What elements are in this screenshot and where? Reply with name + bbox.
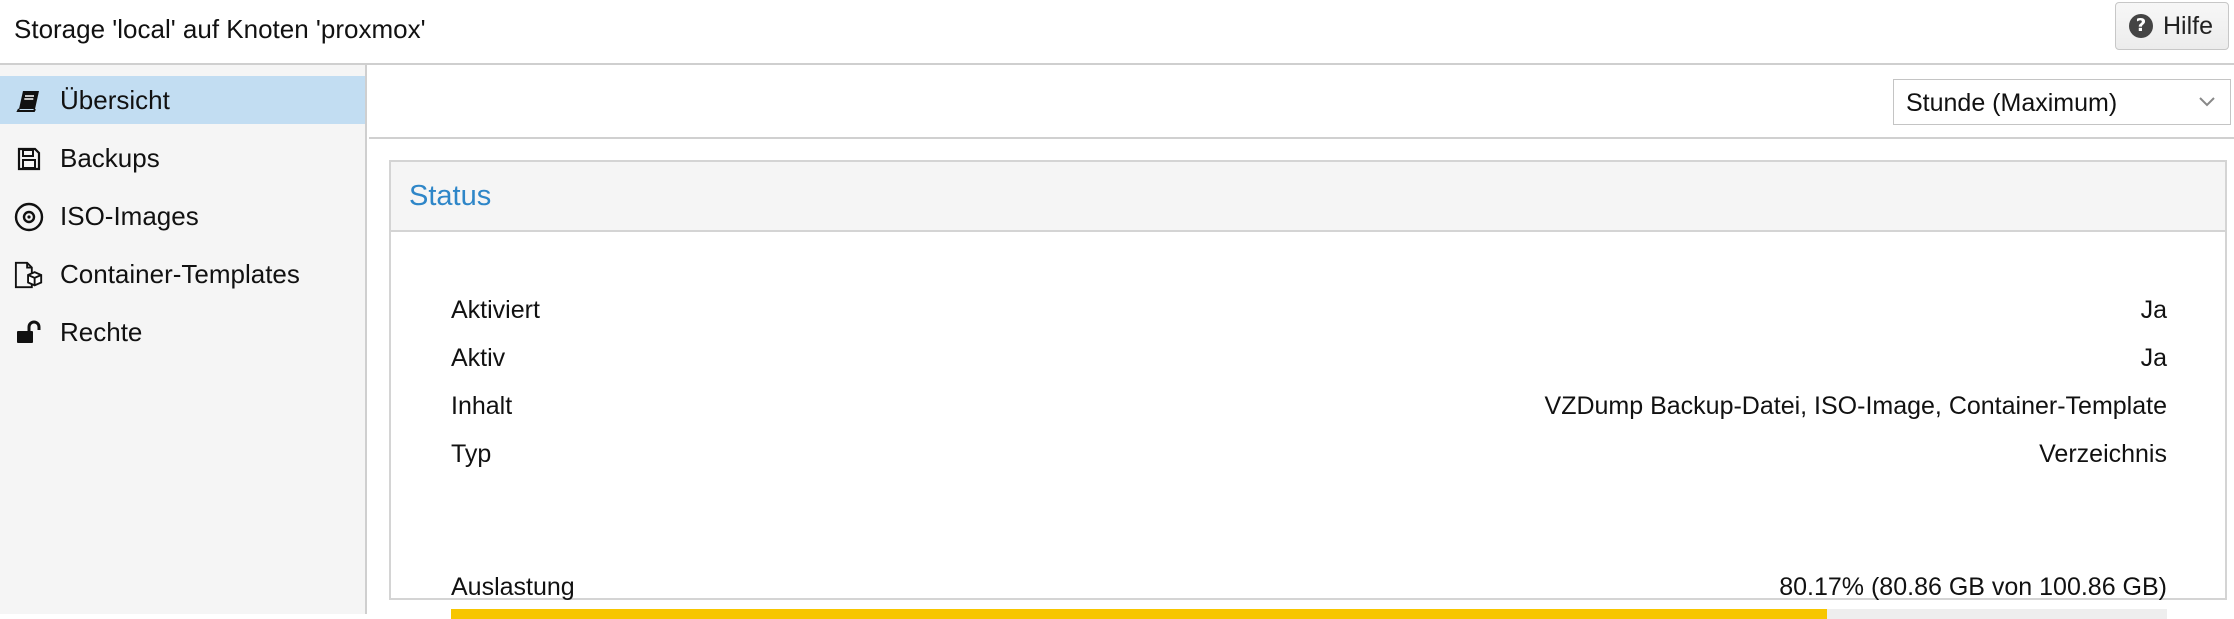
help-button-label: Hilfe xyxy=(2163,11,2214,40)
status-row-key: Inhalt xyxy=(451,392,513,420)
status-row: Typ Verzeichnis xyxy=(451,437,2167,471)
status-row-value: Ja xyxy=(2140,296,2167,324)
sidebar-item-label: Backups xyxy=(60,143,160,173)
help-button[interactable]: ? Hilfe xyxy=(2115,2,2229,50)
sidebar-item-label: Übersicht xyxy=(60,85,170,115)
window-title: Storage 'local' auf Knoten 'proxmox' xyxy=(14,14,426,44)
status-row-value: Verzeichnis xyxy=(2039,440,2167,468)
title-bar: Storage 'local' auf Knoten 'proxmox' ? H… xyxy=(0,0,2234,65)
usage-progress-bar xyxy=(451,609,2167,619)
status-panel-header: Status xyxy=(391,162,2225,232)
sidebar-item-label: Container-Templates xyxy=(60,259,300,289)
disc-icon xyxy=(14,202,44,232)
usage-label: Auslastung xyxy=(451,573,575,601)
status-panel: Status Aktiviert Ja Aktiv Ja Inhalt VZDu… xyxy=(389,160,2227,619)
sidebar-item-backups[interactable]: Backups xyxy=(0,134,365,182)
toolbar: Stunde (Maximum) xyxy=(369,65,2234,139)
status-row-key: Aktiv xyxy=(451,344,506,372)
status-row: Inhalt VZDump Backup-Datei, ISO-Image, C… xyxy=(451,389,2167,423)
main-content: Stunde (Maximum) Status Aktiviert Ja Akt… xyxy=(369,65,2234,619)
status-row-value: VZDump Backup-Datei, ISO-Image, Containe… xyxy=(1544,392,2167,420)
status-row: Aktiv Ja xyxy=(451,341,2167,375)
status-panel-title: Status xyxy=(409,180,492,212)
timeframe-select[interactable]: Stunde (Maximum) xyxy=(1893,79,2231,125)
sidebar-item-iso-images[interactable]: ISO-Images xyxy=(0,192,365,240)
unlock-icon xyxy=(14,319,44,347)
usage-progress-fill xyxy=(451,609,1827,619)
sidebar-item-uebersicht[interactable]: Übersicht xyxy=(0,76,365,124)
status-row-key: Aktiviert xyxy=(451,296,540,324)
book-icon xyxy=(14,87,44,115)
floppy-disk-icon xyxy=(14,145,44,173)
sidebar-item-label: ISO-Images xyxy=(60,201,199,231)
status-row-key: Typ xyxy=(451,440,492,468)
chevron-down-icon[interactable] xyxy=(2196,90,2218,112)
status-row: Aktiviert Ja xyxy=(451,293,2167,327)
usage-value: 80.17% (80.86 GB von 100.86 GB) xyxy=(1779,573,2167,601)
sidebar-item-rechte[interactable]: Rechte xyxy=(0,308,365,356)
sidebar: Übersicht Backups ISO-Images Container-T… xyxy=(0,65,367,614)
status-row-value: Ja xyxy=(2140,344,2167,372)
question-circle-icon: ? xyxy=(2129,14,2153,38)
timeframe-select-value: Stunde (Maximum) xyxy=(1906,89,2118,117)
file-cube-icon xyxy=(14,261,44,289)
sidebar-item-container-templates[interactable]: Container-Templates xyxy=(0,250,365,298)
usage-row: Auslastung 80.17% (80.86 GB von 100.86 G… xyxy=(451,570,2167,604)
sidebar-item-label: Rechte xyxy=(60,317,143,347)
